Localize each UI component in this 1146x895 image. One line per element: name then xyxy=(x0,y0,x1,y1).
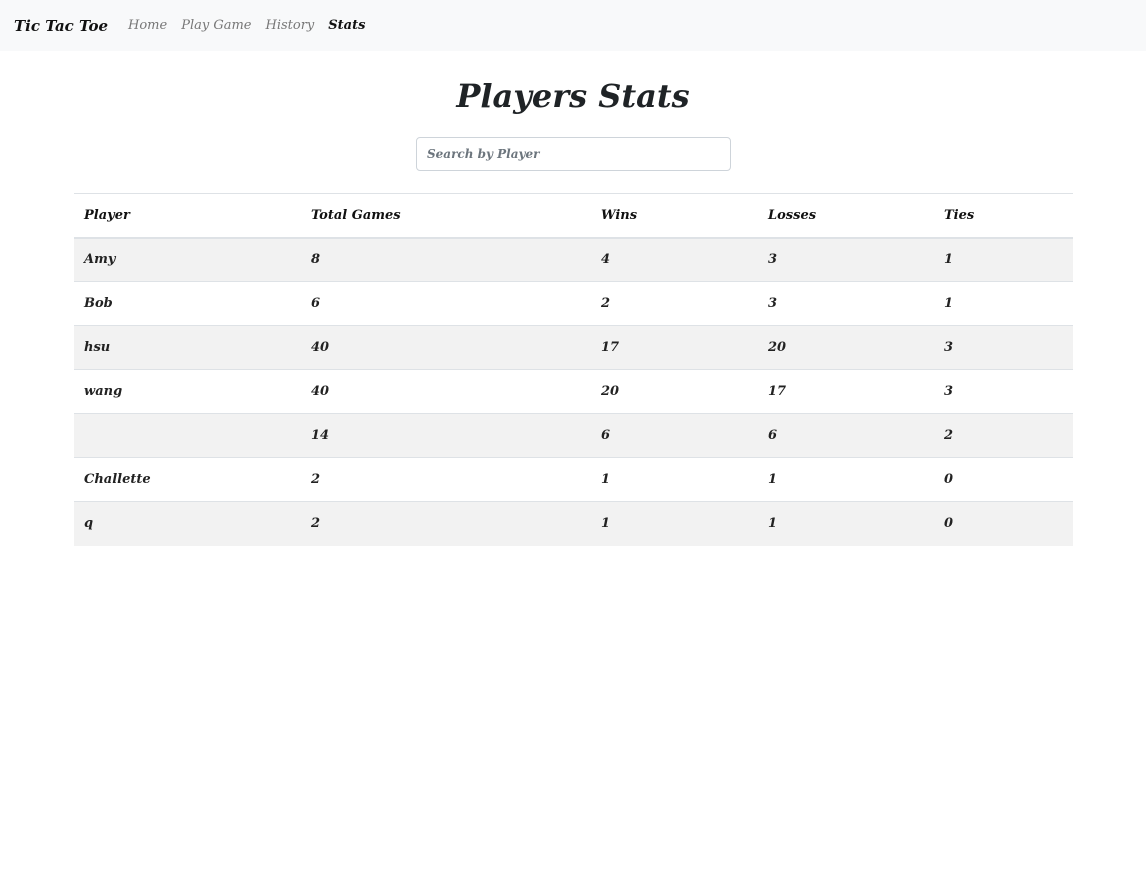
table-row: 14 6 6 2 xyxy=(74,413,1073,458)
cell-ties: 1 xyxy=(944,252,954,268)
cell-total-games: 40 xyxy=(311,384,330,399)
table-row: q 2 1 1 0 xyxy=(74,501,1073,546)
table-row: wang 40 20 17 3 xyxy=(74,370,1073,414)
table-row: Challette 2 1 1 0 xyxy=(74,458,1073,502)
brand-link[interactable]: Tic Tac Toe xyxy=(14,17,108,35)
nav-link-history[interactable]: History xyxy=(266,18,315,33)
cell-total-games: 2 xyxy=(311,472,321,487)
column-header-total-games: Total Games xyxy=(311,207,401,223)
table-header: Player Total Games Wins Losses Ties xyxy=(74,193,1073,238)
cell-wins: 1 xyxy=(601,472,611,487)
page-title: Players Stats xyxy=(456,77,690,115)
nav-link-stats[interactable]: Stats xyxy=(328,18,365,33)
cell-wins: 17 xyxy=(601,340,620,355)
cell-ties: 1 xyxy=(944,296,954,311)
table-row: Amy 8 4 3 1 xyxy=(74,237,1073,282)
column-header-player: Player xyxy=(84,207,130,223)
cell-ties: 3 xyxy=(944,384,954,399)
cell-losses: 20 xyxy=(768,340,787,355)
table-row: Bob 6 2 3 1 xyxy=(74,282,1073,326)
cell-total-games: 6 xyxy=(311,296,321,311)
column-header-ties: Ties xyxy=(944,207,975,223)
cell-ties: 2 xyxy=(944,428,954,443)
cell-total-games: 8 xyxy=(311,252,321,268)
cell-losses: 3 xyxy=(768,296,778,311)
nav-link-home[interactable]: Home xyxy=(128,18,167,33)
cell-losses: 1 xyxy=(768,516,778,532)
stats-table: Player Total Games Wins Losses Ties Amy … xyxy=(74,193,1073,546)
table-body: Amy 8 4 3 1 Bob 6 2 3 1 hsu 40 17 20 3 w… xyxy=(74,237,1073,546)
cell-player xyxy=(74,414,301,458)
cell-wins: 1 xyxy=(601,516,611,532)
cell-player: hsu xyxy=(84,340,111,355)
cell-player: q xyxy=(84,516,94,532)
cell-player: Amy xyxy=(84,252,116,268)
cell-losses: 3 xyxy=(768,252,778,268)
cell-ties: 0 xyxy=(944,472,954,487)
cell-wins: 20 xyxy=(601,384,620,399)
cell-total-games: 40 xyxy=(311,340,330,355)
search-container xyxy=(416,137,731,171)
cell-ties: 3 xyxy=(944,340,954,355)
cell-player: Challette xyxy=(84,472,151,487)
cell-total-games: 2 xyxy=(311,516,321,532)
cell-wins: 4 xyxy=(601,252,611,268)
table-row: hsu 40 17 20 3 xyxy=(74,325,1073,370)
nav-link-play-game[interactable]: Play Game xyxy=(181,18,251,33)
cell-player: wang xyxy=(84,384,123,399)
cell-player: Bob xyxy=(84,296,113,311)
cell-total-games: 14 xyxy=(311,428,330,443)
search-input[interactable] xyxy=(416,137,731,171)
nav-links: Home Play Game History Stats xyxy=(128,18,365,33)
column-header-losses: Losses xyxy=(768,207,817,223)
cell-ties: 0 xyxy=(944,516,954,532)
cell-wins: 6 xyxy=(601,428,611,443)
column-header-wins: Wins xyxy=(601,207,638,223)
cell-wins: 2 xyxy=(601,296,611,311)
cell-losses: 1 xyxy=(768,472,778,487)
cell-losses: 6 xyxy=(768,428,778,443)
navbar: Tic Tac Toe Home Play Game History Stats xyxy=(0,0,1146,51)
table-header-row: Player Total Games Wins Losses Ties xyxy=(74,193,1073,238)
cell-losses: 17 xyxy=(768,384,787,399)
